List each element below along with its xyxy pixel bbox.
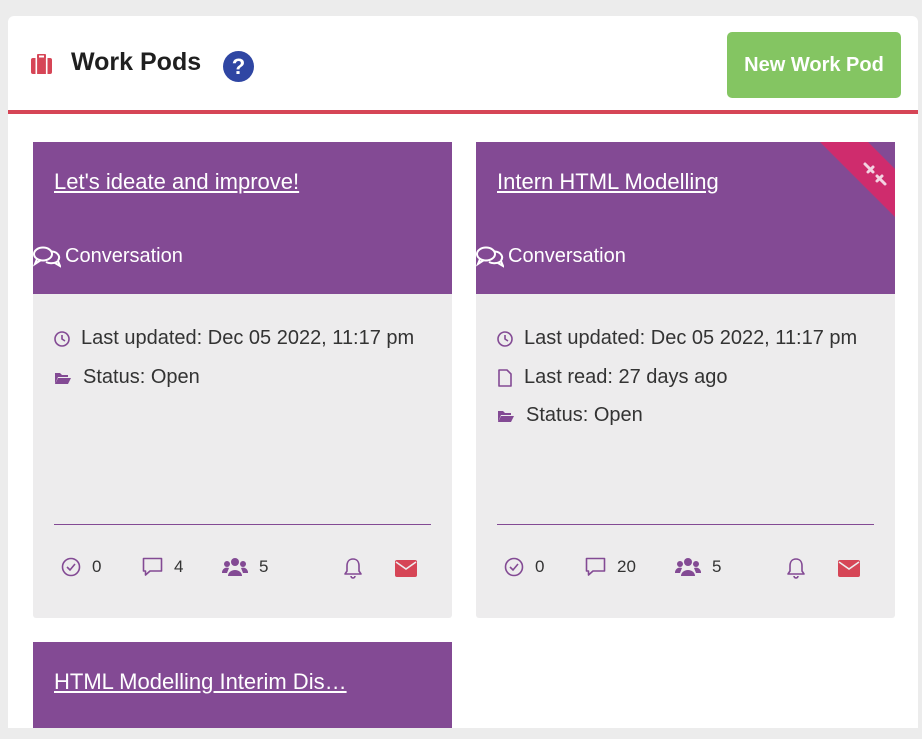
card-type: Conversation xyxy=(33,245,183,268)
check-circle-icon xyxy=(504,557,524,577)
status-row: Status: Open xyxy=(54,366,200,389)
comment-icon xyxy=(585,557,606,576)
status-text: Status: Open xyxy=(83,366,200,388)
card-title-link[interactable]: HTML Modelling Interim Dis… xyxy=(54,669,347,695)
card-title-link[interactable]: Let's ideate and improve! xyxy=(54,169,299,195)
tasks-stat[interactable]: 0 xyxy=(61,557,101,577)
tasks-count: 0 xyxy=(535,557,545,576)
new-work-pod-button[interactable]: New Work Pod xyxy=(727,32,901,98)
comments-count: 20 xyxy=(617,557,636,576)
last-updated-text: Last updated: Dec 05 2022, 11:17 pm xyxy=(524,327,858,349)
tasks-count: 0 xyxy=(92,557,102,576)
last-read-row: Last read: 27 days ago xyxy=(497,366,727,389)
file-icon xyxy=(498,368,512,387)
status-row: Status: Open xyxy=(497,404,643,427)
envelope-icon[interactable] xyxy=(838,560,860,577)
comments-stat[interactable]: 4 xyxy=(142,557,183,577)
comments-stat[interactable]: 20 xyxy=(585,557,636,577)
envelope-icon[interactable] xyxy=(395,560,417,577)
conversation-icon xyxy=(33,246,61,268)
page-title: Work Pods xyxy=(71,48,202,76)
members-stat[interactable]: 5 xyxy=(222,557,268,577)
card-type-label: Conversation xyxy=(508,245,626,267)
work-pod-card: Intern HTML Modelling Conversation Last … xyxy=(476,142,895,618)
card-footer: 0 4 5 xyxy=(33,557,452,581)
members-stat[interactable]: 5 xyxy=(675,557,721,577)
comments-count: 4 xyxy=(174,557,184,576)
help-icon[interactable]: ? xyxy=(223,51,254,82)
clock-icon xyxy=(54,330,70,347)
last-updated-row: Last updated: Dec 05 2022, 11:17 pm xyxy=(54,327,414,350)
card-header: HTML Modelling Interim Dis… xyxy=(33,642,452,728)
comment-icon xyxy=(142,557,163,576)
pin-icon[interactable] xyxy=(857,156,893,192)
briefcase-icon xyxy=(31,54,52,74)
bell-icon[interactable] xyxy=(786,557,806,579)
card-footer: 0 20 5 xyxy=(476,557,895,581)
card-header: Intern HTML Modelling Conversation xyxy=(476,142,895,294)
last-updated-text: Last updated: Dec 05 2022, 11:17 pm xyxy=(81,327,415,349)
tasks-stat[interactable]: 0 xyxy=(504,557,544,577)
work-pods-panel: Work Pods ? New Work Pod Let's ideate an… xyxy=(8,16,918,728)
card-divider xyxy=(497,524,874,525)
folder-open-icon xyxy=(498,410,514,422)
last-read-text: Last read: 27 days ago xyxy=(524,366,728,388)
folder-open-icon xyxy=(55,372,71,384)
users-icon xyxy=(675,558,701,576)
users-icon xyxy=(222,558,248,576)
card-title-link[interactable]: Intern HTML Modelling xyxy=(497,169,719,195)
card-type-label: Conversation xyxy=(65,245,183,267)
card-divider xyxy=(54,524,431,525)
status-text: Status: Open xyxy=(526,404,643,426)
card-type: Conversation xyxy=(476,245,626,268)
work-pod-card: Let's ideate and improve! Conversation L… xyxy=(33,142,452,618)
last-updated-row: Last updated: Dec 05 2022, 11:17 pm xyxy=(497,327,857,350)
card-header: Let's ideate and improve! Conversation xyxy=(33,142,452,294)
work-pod-card: HTML Modelling Interim Dis… xyxy=(33,642,452,728)
members-count: 5 xyxy=(712,557,722,576)
members-count: 5 xyxy=(259,557,269,576)
check-circle-icon xyxy=(61,557,81,577)
clock-icon xyxy=(497,330,513,347)
bell-icon[interactable] xyxy=(343,557,363,579)
panel-header: Work Pods ? New Work Pod xyxy=(8,16,918,114)
conversation-icon xyxy=(476,246,504,268)
